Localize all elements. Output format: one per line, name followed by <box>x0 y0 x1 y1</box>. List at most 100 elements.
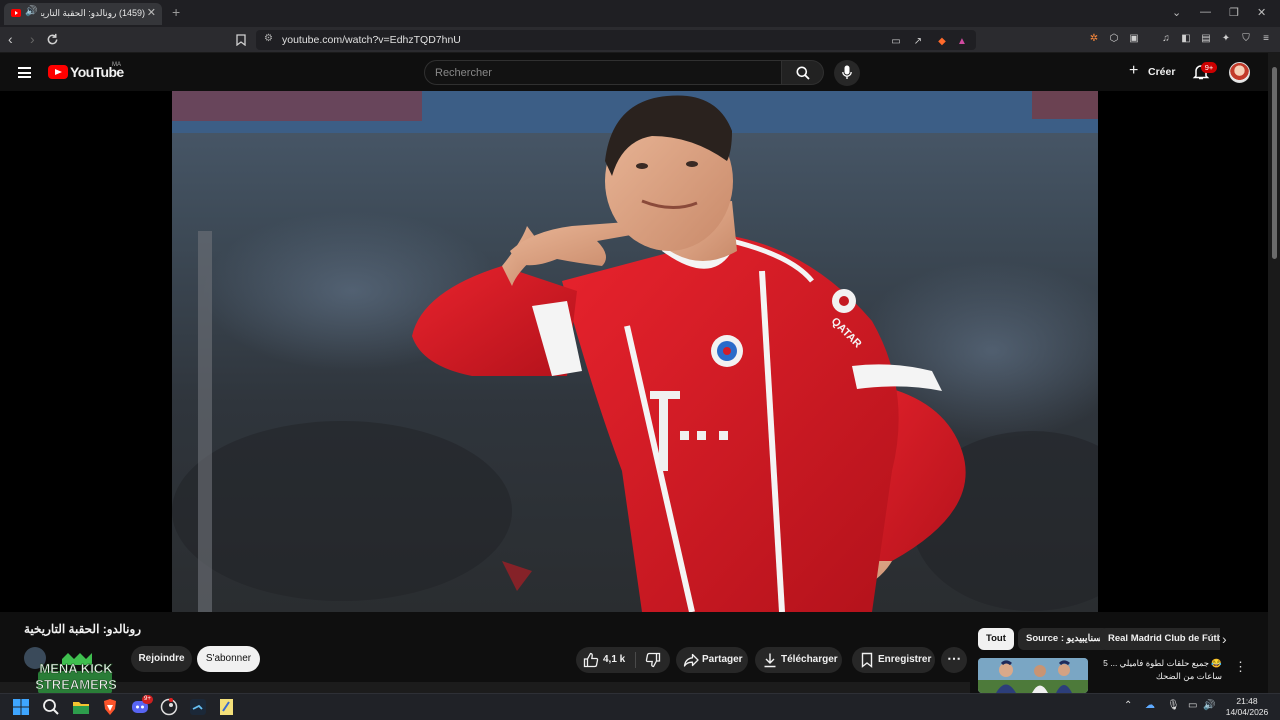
share-page-icon[interactable]: ↗ <box>912 36 924 48</box>
screenshot-icon[interactable]: ▣ <box>1128 33 1140 45</box>
chip-real-madrid[interactable]: Real Madrid Club de Fútbol <box>1100 628 1220 650</box>
onedrive-icon[interactable]: ☁ <box>1145 700 1155 711</box>
subscribe-button[interactable]: S'abonner <box>197 646 260 672</box>
thumbs-up-icon <box>583 652 599 668</box>
like-button[interactable]: 4,1 k <box>576 647 635 673</box>
dislike-button[interactable] <box>636 647 670 673</box>
brave-shields-icon[interactable]: ◆ <box>936 36 948 48</box>
create-label: Créer <box>1148 66 1176 78</box>
download-button[interactable]: Télécharger <box>755 647 842 673</box>
clock-date: 14/04/2026 <box>1225 707 1269 717</box>
vpn-shield-icon[interactable]: ⛉ <box>1240 33 1252 45</box>
youtube-header: YouTube MA + Créer 9+ <box>0 53 1268 91</box>
steam-icon[interactable] <box>189 698 207 716</box>
discord-badge: 9+ <box>142 695 153 704</box>
media-icon[interactable]: ♫ <box>1160 33 1172 45</box>
site-settings-icon[interactable]: ⚙ <box>264 33 273 44</box>
reload-icon[interactable] <box>46 33 59 46</box>
hamburger-menu-icon[interactable] <box>18 67 31 78</box>
microphone-icon <box>842 65 852 79</box>
search-icon <box>796 66 810 80</box>
logo-line-2: STREAMERS <box>36 677 116 692</box>
recommended-more-icon[interactable]: ⋮ <box>1234 659 1247 675</box>
wallet-icon[interactable]: ▤ <box>1200 33 1212 45</box>
video-still-image: QATAR <box>172 91 1098 612</box>
extensions-icon[interactable]: ⬡ <box>1108 33 1120 45</box>
bookmark-icon[interactable] <box>236 34 246 46</box>
video-title: رونالدو: الحقبة التاريخية <box>24 622 142 636</box>
more-actions-button[interactable]: ⋯ <box>941 647 967 673</box>
recommended-video-thumbnail[interactable] <box>978 658 1088 693</box>
minimize-icon[interactable]: — <box>1200 6 1211 18</box>
share-label: Partager <box>702 654 743 665</box>
search-button[interactable] <box>782 60 824 85</box>
like-dislike-group: 4,1 k <box>576 647 670 673</box>
download-icon <box>764 653 776 668</box>
tray-overflow-icon[interactable]: ⌃ <box>1124 700 1132 711</box>
steam-alt-icon[interactable] <box>160 698 178 716</box>
tab-close-icon[interactable]: ✕ <box>147 6 156 19</box>
close-window-icon[interactable]: ✕ <box>1257 6 1266 19</box>
chip-all[interactable]: Tout <box>978 628 1014 650</box>
cast-icon[interactable]: ▭ <box>890 36 902 48</box>
mic-tray-icon[interactable]: 🎙 <box>1167 700 1180 711</box>
description-box-edge[interactable] <box>0 682 970 693</box>
search-box[interactable] <box>424 60 782 85</box>
leo-ai-icon[interactable]: ✦ <box>1220 33 1232 45</box>
chip-source[interactable]: Source : سنايبيديو <box>1018 628 1110 650</box>
scrollbar-thumb[interactable] <box>1272 67 1277 259</box>
volume-icon[interactable]: 🔊 <box>1203 700 1215 711</box>
logo-line-1: MENA KICK <box>39 661 113 676</box>
clock-time: 21:48 <box>1236 696 1258 706</box>
url-text: youtube.com/watch?v=EdhzTQD7hnU <box>282 34 461 46</box>
browser-tab-strip: 🔊 (1459) رونالدو: الحقبة التاريخية ✕ + ⌄… <box>0 0 1280 27</box>
video-details: رونالدو: الحقبة التاريخية Rejoindre S'ab… <box>0 612 1268 693</box>
like-count: 4,1 k <box>603 654 626 665</box>
windows-taskbar: 9+ ⌃ ☁ 🎙 ▭ 🔊 21:48 14/04/2026 <box>0 693 1280 720</box>
save-button[interactable]: Enregistrer <box>852 647 935 673</box>
youtube-favicon-icon <box>11 9 21 17</box>
restore-icon[interactable]: ❐ <box>1229 6 1239 19</box>
file-explorer-icon[interactable] <box>72 698 90 716</box>
browser-toolbar: ‹ › ⚙ youtube.com/watch?v=EdhzTQD7hnU ▭ … <box>0 27 1280 53</box>
new-tab-button[interactable]: + <box>172 4 180 20</box>
country-code: MA <box>112 62 121 68</box>
speaker-icon[interactable]: 🔊 <box>25 6 37 17</box>
taskbar-clock[interactable]: 21:48 14/04/2026 <box>1218 696 1276 718</box>
browser-menu-icon[interactable]: ≡ <box>1260 33 1272 45</box>
display-icon[interactable]: ▭ <box>1188 700 1197 711</box>
search-input[interactable] <box>435 65 765 81</box>
video-player[interactable]: QATAR <box>0 91 1268 612</box>
bookmark-save-icon <box>861 652 873 668</box>
notes-app-icon[interactable] <box>218 698 236 716</box>
youtube-logo-icon[interactable] <box>48 65 68 79</box>
extension-orange-icon[interactable]: ✲ <box>1088 33 1100 45</box>
brave-rewards-icon[interactable]: ▲ <box>956 36 968 48</box>
forward-icon[interactable]: › <box>30 31 35 47</box>
create-button[interactable]: + Créer <box>1124 61 1176 83</box>
notifications-badge: 9+ <box>1201 62 1217 73</box>
browser-tab[interactable]: 🔊 (1459) رونالدو: الحقبة التاريخية ✕ <box>4 3 162 25</box>
brave-browser-icon[interactable] <box>101 698 119 716</box>
video-frame[interactable]: QATAR <box>172 91 1098 612</box>
windows-search-icon[interactable] <box>42 698 60 716</box>
recommendation-chips: Tout Source : سنايبيديو Real Madrid Club… <box>978 628 1220 650</box>
account-avatar[interactable] <box>1229 62 1250 83</box>
sidebar-icon[interactable]: ◧ <box>1180 33 1192 45</box>
page-scrollbar[interactable] <box>1268 53 1280 693</box>
download-label: Télécharger <box>781 654 838 665</box>
thumbs-down-icon <box>645 652 661 668</box>
thumbnail-image <box>978 658 1088 693</box>
recommended-video-title[interactable]: 😂 جميع حلقات لطوة فاميلي ... 5 ساعات من … <box>1094 657 1222 683</box>
channel-logo-watermark: MENA KICK STREAMERS <box>36 653 116 694</box>
back-icon[interactable]: ‹ <box>8 31 13 47</box>
share-button[interactable]: Partager <box>676 647 748 673</box>
address-bar[interactable]: ⚙ youtube.com/watch?v=EdhzTQD7hnU ▭ ↗ ◆ … <box>256 30 976 50</box>
save-label: Enregistrer <box>878 654 932 665</box>
join-button[interactable]: Rejoindre <box>131 646 192 672</box>
voice-search-button[interactable] <box>834 60 860 86</box>
windows-start-icon[interactable] <box>12 698 30 716</box>
tab-search-icon[interactable]: ⌄ <box>1172 6 1181 19</box>
chips-next-icon[interactable]: › <box>1222 631 1227 647</box>
share-icon <box>683 653 699 667</box>
